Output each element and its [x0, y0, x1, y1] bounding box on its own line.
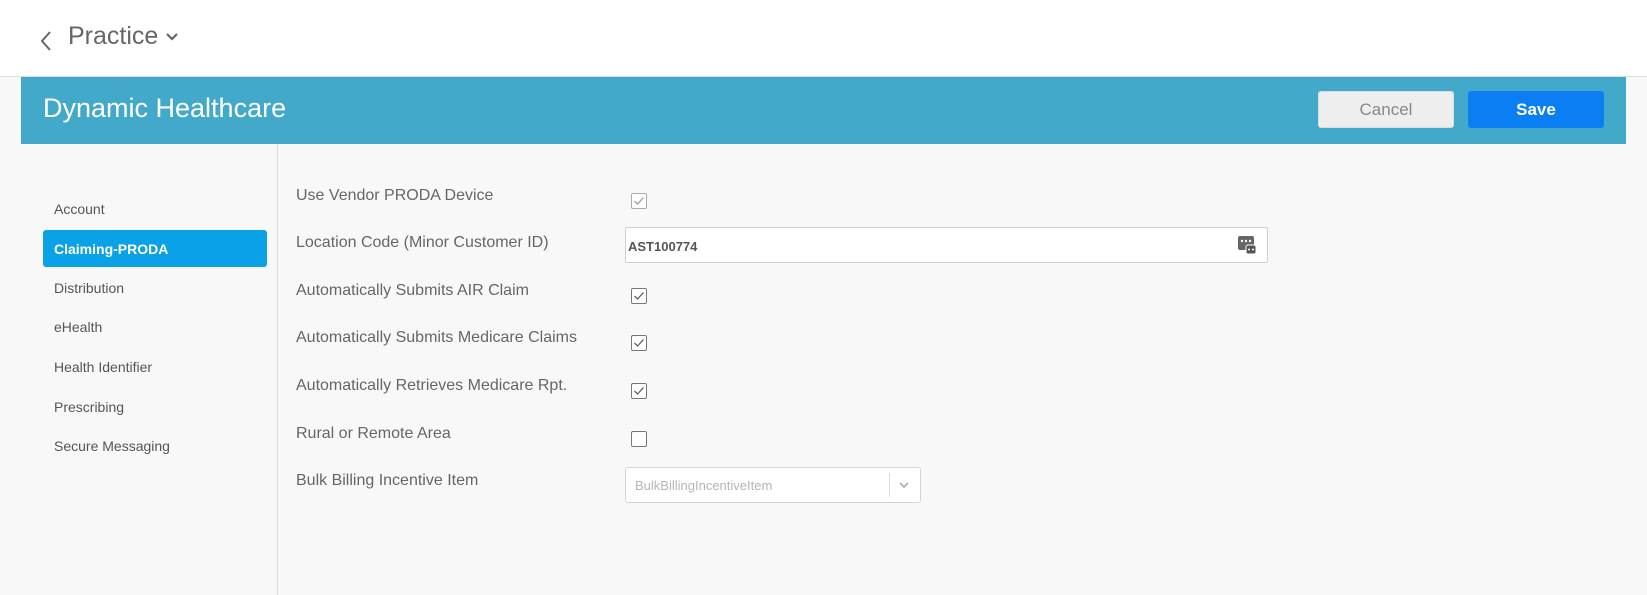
location-code-input[interactable] — [626, 228, 1230, 264]
check-icon — [634, 197, 644, 205]
sidebar-item-secure-messaging[interactable]: Secure Messaging — [43, 427, 267, 464]
sidebar-item-prescribing[interactable]: Prescribing — [43, 388, 267, 425]
location-code-label: Location Code (Minor Customer ID) — [296, 234, 549, 251]
sidebar-item-ehealth[interactable]: eHealth — [43, 308, 267, 345]
org-banner: Dynamic Healthcare Cancel Save — [21, 77, 1626, 144]
sidebar-item-account[interactable]: Account — [43, 190, 267, 227]
sidebar-item-distribution[interactable]: Distribution — [43, 269, 267, 306]
bulk-billing-select[interactable]: BulkBillingIncentiveItem — [625, 467, 921, 503]
use-vendor-proda-label: Use Vendor PRODA Device — [296, 187, 494, 204]
sidebar-item-claiming-proda[interactable]: Claiming-PRODA — [43, 230, 267, 267]
auto-medicare-label: Automatically Submits Medicare Claims — [296, 329, 577, 346]
bulk-billing-label: Bulk Billing Incentive Item — [296, 472, 479, 489]
check-icon — [634, 387, 644, 395]
org-name: Dynamic Healthcare — [43, 93, 287, 123]
location-code-field — [625, 227, 1268, 264]
settings-sidebar: Account Claiming-PRODA Distribution eHea… — [21, 144, 278, 595]
auto-air-label: Automatically Submits AIR Claim — [296, 282, 529, 299]
chevron-down-icon — [899, 482, 909, 489]
chevron-left-icon — [40, 31, 51, 51]
auto-air-checkbox[interactable] — [631, 288, 647, 304]
use-vendor-proda-checkbox[interactable] — [631, 193, 647, 209]
bulk-billing-placeholder: BulkBillingIncentiveItem — [635, 478, 773, 493]
check-icon — [634, 339, 644, 347]
top-bar: Practice — [0, 0, 1647, 77]
cancel-button[interactable]: Cancel — [1318, 91, 1454, 128]
check-icon — [634, 292, 644, 300]
chevron-down-icon — [166, 32, 179, 41]
page-title: Practice — [68, 22, 159, 50]
back-button[interactable] — [34, 26, 58, 56]
rural-remote-checkbox[interactable] — [631, 431, 647, 447]
rural-remote-label: Rural or Remote Area — [296, 425, 451, 442]
auto-medicare-checkbox[interactable] — [631, 335, 647, 351]
save-button[interactable]: Save — [1468, 91, 1604, 128]
auto-retrieve-label: Automatically Retrieves Medicare Rpt. — [296, 377, 568, 394]
sidebar-item-health-identifier[interactable]: Health Identifier — [43, 348, 267, 385]
auto-retrieve-checkbox[interactable] — [631, 383, 647, 399]
lookup-icon[interactable] — [1237, 235, 1257, 255]
select-divider — [889, 473, 890, 497]
page-title-dropdown[interactable]: Practice — [68, 22, 179, 51]
